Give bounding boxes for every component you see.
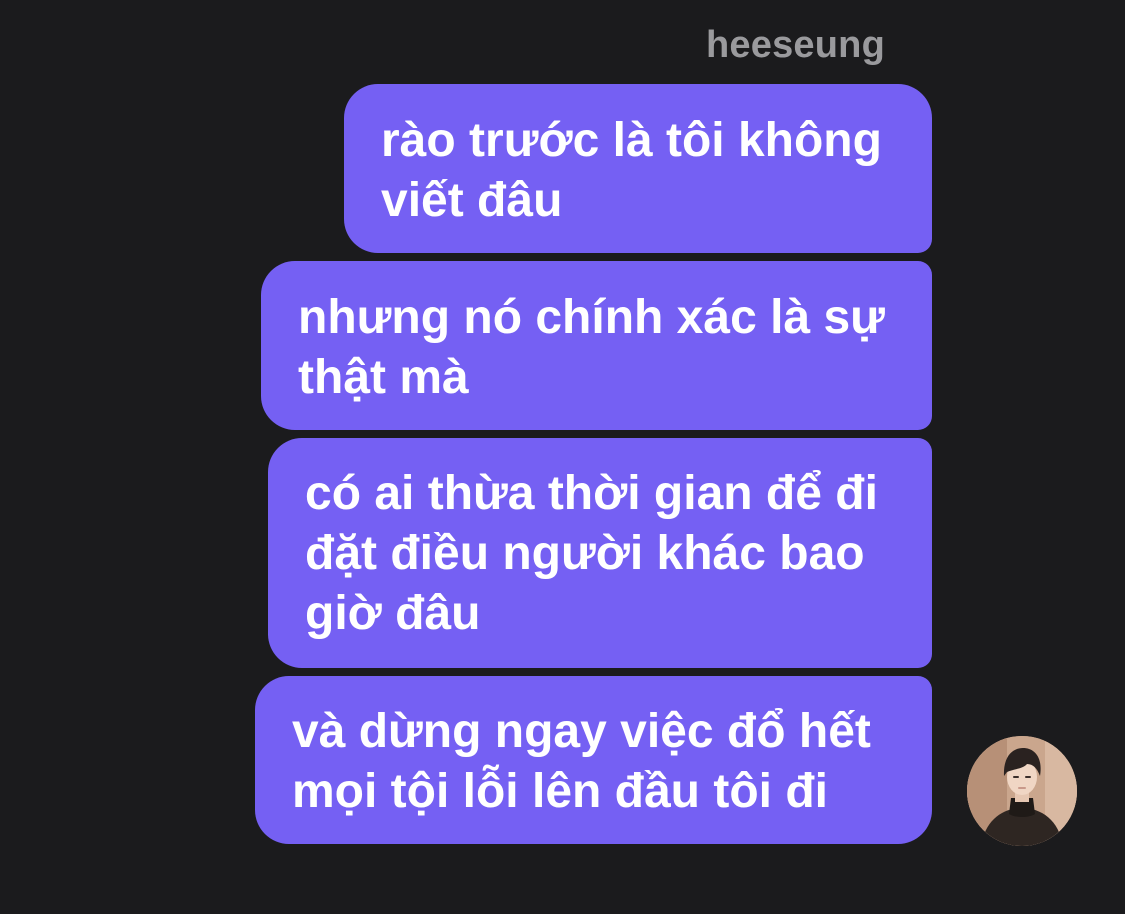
chat-thread: heeseung rào trước là tôi không viết đâu… [0,0,1125,914]
message-text-line: có ai thừa thời gian để đi [305,467,878,520]
message-bubble[interactable]: rào trước là tôi không viết đâu [344,84,932,253]
message-bubble[interactable]: có ai thừa thời gian để đi đặt điều ngườ… [268,438,932,668]
message-text-line: viết đâu [381,174,563,227]
message-text-line: nhưng nó chính xác là sự [298,291,885,344]
message-text-line: mọi tội lỗi lên đầu tôi đi [292,765,828,818]
message-text-line: thật mà [298,351,469,404]
message-bubble[interactable]: nhưng nó chính xác là sự thật mà [261,261,932,430]
message-text-line: và dừng ngay việc đổ hết [292,705,871,758]
user-avatar-photo-icon [967,736,1077,846]
sender-name: heeseung [706,24,885,66]
message-text-line: đặt điều người khác bao [305,527,865,580]
message-bubble[interactable]: và dừng ngay việc đổ hết mọi tội lỗi lên… [255,676,932,844]
message-text-line: rào trước là tôi không [381,114,882,167]
message-text-line: giờ đâu [305,587,481,640]
sender-avatar[interactable] [967,736,1077,846]
